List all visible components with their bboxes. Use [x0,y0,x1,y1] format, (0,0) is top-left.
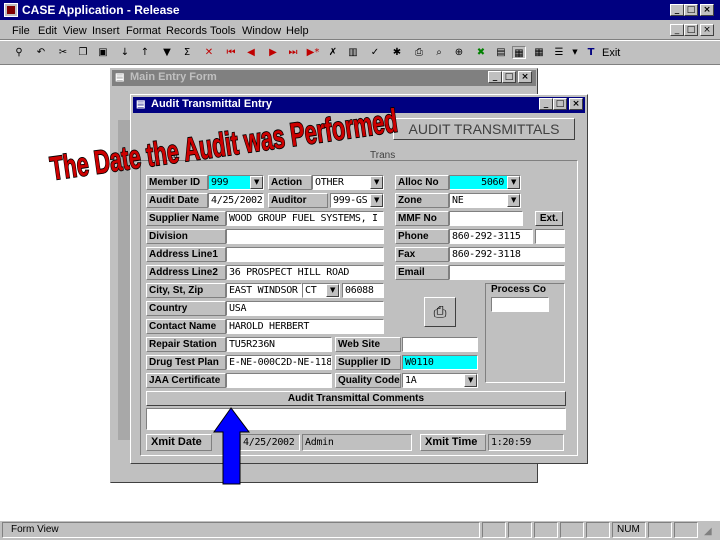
status-panel-6 [648,522,672,538]
status-panel-3 [534,522,558,538]
status-panel-2 [508,522,532,538]
status-panel-4 [560,522,584,538]
num-lock-panel: NUM [612,522,646,538]
annotation-overlay: The Date the Audit was Performed [47,101,400,485]
arrow-up-icon [213,407,250,485]
status-panel-5 [586,522,610,538]
status-text-panel: Form View [2,522,480,538]
status-panel-7 [674,522,698,538]
resize-grip-icon[interactable]: ◢ [704,526,712,537]
num-lock-indicator: NUM [617,524,640,535]
status-panel-1 [482,522,506,538]
annotation-caption: The Date the Audit was Performed [48,102,400,187]
status-text: Form View [11,524,59,535]
